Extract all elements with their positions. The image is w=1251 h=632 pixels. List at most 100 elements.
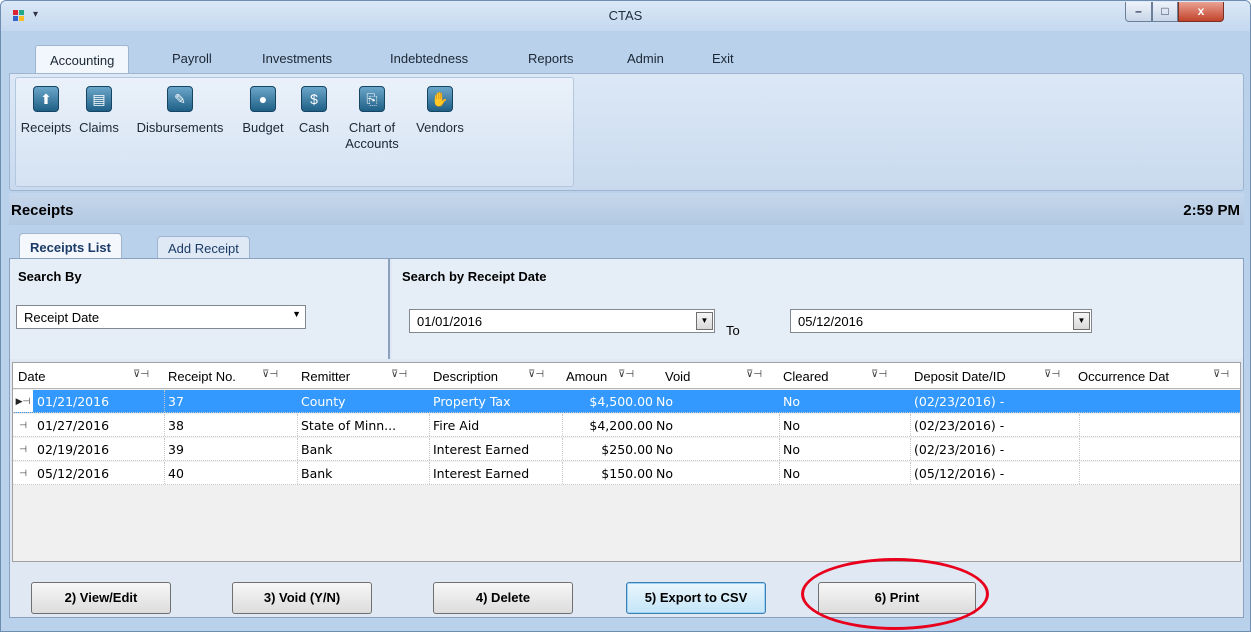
chevron-down-icon[interactable]: ▼ — [1073, 312, 1090, 330]
search-by-select[interactable]: Receipt Date ▼ — [16, 305, 306, 329]
void-button[interactable]: 3) Void (Y/N) — [232, 582, 372, 614]
chevron-down-icon[interactable]: ▼ — [696, 312, 713, 330]
chart-of-accounts-ribbon-button[interactable]: ⎘ Chart of Accounts — [338, 86, 406, 152]
clock: 2:59 PM — [1183, 202, 1240, 219]
view-edit-button[interactable]: 2) View/Edit — [31, 582, 171, 614]
tab-exit[interactable]: Exit — [712, 51, 734, 66]
tab-receipts-list[interactable]: Receipts List — [19, 233, 122, 258]
column-header-description[interactable]: Description ⊽⊣ — [433, 369, 563, 384]
minimize-button[interactable]: – — [1125, 2, 1152, 22]
chevron-down-icon[interactable]: ▼ — [292, 309, 301, 319]
cell-deposit: (02/23/2016) - — [914, 418, 1005, 433]
cell-divider — [779, 462, 780, 484]
tab-accounting[interactable]: Accounting — [35, 45, 130, 74]
column-header-amount[interactable]: Amoun ⊽⊣ — [566, 369, 666, 384]
column-header-cleared[interactable]: Cleared ⊽⊣ — [783, 369, 903, 384]
tab-investments[interactable]: Investments — [262, 51, 332, 66]
cell-divider — [429, 462, 430, 484]
filter-pin-icon[interactable]: ⊽⊣ — [262, 369, 278, 380]
filter-pin-icon[interactable]: ⊽⊣ — [746, 369, 762, 380]
cell-receipt-no: 37 — [168, 394, 184, 409]
filter-pin-icon[interactable]: ⊽⊣ — [528, 369, 544, 380]
cell-void: No — [656, 418, 673, 433]
disbursements-icon: ✎ — [167, 86, 193, 112]
cell-description: Fire Aid — [433, 418, 480, 433]
column-header-void[interactable]: Void ⊽⊣ — [665, 369, 775, 384]
search-by-panel: Search By Receipt Date ▼ — [10, 259, 390, 359]
column-label: Receipt No. — [168, 369, 236, 384]
search-by-label: Search By — [18, 269, 82, 284]
cash-ribbon-button[interactable]: $ Cash — [294, 86, 334, 136]
tab-reports[interactable]: Reports — [528, 51, 574, 66]
cell-remitter: State of Minn... — [301, 418, 397, 433]
claims-ribbon-button[interactable]: ▤ Claims — [76, 86, 122, 136]
receipts-grid: Date ⊽⊣ Receipt No. ⊽⊣ Remitter ⊽⊣ Descript… — [12, 362, 1241, 562]
cell-cleared: No — [783, 442, 800, 457]
cell-divider — [297, 414, 298, 436]
date-range-label: Search by Receipt Date — [402, 269, 547, 284]
column-header-deposit[interactable]: Deposit Date/ID ⊽⊣ — [914, 369, 1079, 384]
ribbon-button-label: Budget — [242, 120, 284, 135]
maximize-button[interactable]: □ — [1152, 2, 1178, 22]
cell-description: Interest Earned — [433, 442, 530, 457]
column-label: Deposit Date/ID — [914, 369, 1006, 384]
to-date-value: 05/12/2016 — [798, 314, 864, 329]
filter-pin-icon[interactable]: ⊽⊣ — [1044, 369, 1060, 380]
row-selector-icon[interactable]: ▶⊣ — [13, 390, 33, 412]
close-button[interactable]: x — [1178, 2, 1224, 22]
table-row[interactable]: ⊣ 01/27/2016 38 State of Minn... Fire Ai… — [13, 414, 1240, 437]
piggy-bank-icon: ● — [250, 86, 276, 112]
vendors-ribbon-button[interactable]: ✋ Vendors — [410, 86, 470, 136]
to-date-picker[interactable]: 05/12/2016 ▼ — [790, 309, 1092, 333]
filter-pin-icon[interactable]: ⊽⊣ — [618, 369, 634, 380]
chart-of-accounts-icon: ⎘ — [359, 86, 385, 112]
cell-amount: $250.00 — [601, 442, 653, 457]
cell-void: No — [656, 394, 673, 409]
ribbon-button-label: Claims — [79, 120, 119, 135]
column-header-date[interactable]: Date ⊽⊣ — [18, 369, 158, 384]
cell-deposit: (02/23/2016) - — [914, 442, 1005, 457]
column-header-occurrence[interactable]: Occurrence Dat ⊽⊣ — [1078, 369, 1238, 384]
cell-divider — [1079, 438, 1080, 460]
page-title: Receipts — [11, 202, 74, 219]
table-row[interactable]: ⊣ 05/12/2016 40 Bank Interest Earned $15… — [13, 462, 1240, 485]
date-range-panel: Search by Receipt Date 01/01/2016 ▼ To 0… — [392, 259, 1243, 359]
cell-amount: $4,500.00 — [589, 394, 653, 409]
column-label: Void — [665, 369, 691, 384]
cell-void: No — [656, 442, 673, 457]
window-title: CTAS — [608, 8, 643, 23]
table-row[interactable]: ⊣ 02/19/2016 39 Bank Interest Earned $25… — [13, 438, 1240, 461]
table-row[interactable]: ▶⊣ 01/21/2016 37 County Property Tax $4,… — [13, 390, 1240, 413]
filter-pin-icon[interactable]: ⊽⊣ — [1213, 369, 1229, 380]
disbursements-ribbon-button[interactable]: ✎ Disbursements — [127, 86, 233, 136]
receipts-ribbon-button[interactable]: ⬆ Receipts — [20, 86, 72, 136]
filter-pin-icon[interactable]: ⊽⊣ — [871, 369, 887, 380]
cell-date: 02/19/2016 — [37, 442, 110, 457]
column-header-receipt-no[interactable]: Receipt No. ⊽⊣ — [168, 369, 293, 384]
tab-indebtedness[interactable]: Indebtedness — [390, 51, 468, 66]
tab-add-receipt[interactable]: Add Receipt — [157, 236, 250, 258]
tab-label: Accounting — [50, 53, 115, 68]
column-header-remitter[interactable]: Remitter ⊽⊣ — [301, 369, 426, 384]
cell-cleared: No — [783, 394, 800, 409]
from-date-picker[interactable]: 01/01/2016 ▼ — [409, 309, 715, 333]
filter-pin-icon[interactable]: ⊽⊣ — [133, 369, 149, 380]
row-pin-icon[interactable]: ⊣ — [13, 414, 33, 436]
row-pin-icon[interactable]: ⊣ — [13, 438, 33, 460]
print-button[interactable]: 6) Print — [818, 582, 976, 614]
cell-date: 05/12/2016 — [37, 466, 110, 481]
filter-pin-icon[interactable]: ⊽⊣ — [391, 369, 407, 380]
tab-payroll[interactable]: Payroll — [172, 51, 212, 66]
ribbon-button-label: Vendors — [416, 120, 464, 135]
budget-ribbon-button[interactable]: ● Budget — [236, 86, 290, 136]
cell-divider — [297, 438, 298, 460]
export-csv-button[interactable]: 5) Export to CSV — [626, 582, 766, 614]
cell-divider — [779, 414, 780, 436]
column-label: Occurrence Dat — [1078, 369, 1170, 384]
cell-divider — [297, 462, 298, 484]
cell-receipt-no: 38 — [168, 418, 184, 433]
delete-button[interactable]: 4) Delete — [433, 582, 573, 614]
tab-admin[interactable]: Admin — [627, 51, 664, 66]
cell-divider — [164, 462, 165, 484]
row-pin-icon[interactable]: ⊣ — [13, 462, 33, 484]
